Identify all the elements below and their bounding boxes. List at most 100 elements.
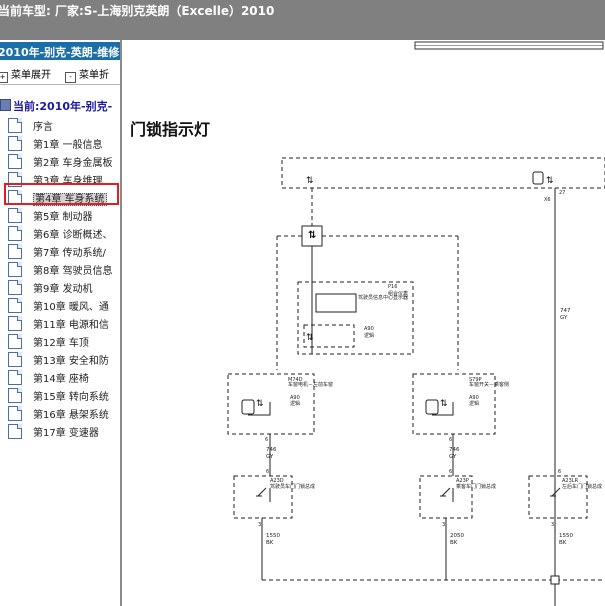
- svg-text:⇅: ⇅: [308, 230, 316, 241]
- tree-item[interactable]: 第2章 车身金属板: [8, 154, 113, 170]
- pin-3c: 3: [551, 522, 554, 528]
- collapse-menu-label: 菜单折: [79, 70, 109, 81]
- sidebar: 2010年-别克-英朗-维修 + 菜单展开 - 菜单折 当前:2010年-别克- 序…: [0, 40, 122, 606]
- document-icon: [8, 136, 22, 151]
- wire-2050-color: BK: [450, 540, 458, 546]
- wire-746b: 746: [449, 447, 460, 453]
- collapse-icon: -: [65, 72, 76, 83]
- tree-item[interactable]: 第11章 电源和信: [8, 316, 109, 332]
- pin-3b: 3: [442, 522, 445, 528]
- document-view[interactable]: ⇅ ⇅ ⇅ ⇅ ⇅ ⇅ X6 27 747 GY P16 组合仪表 驾驶员信息中…: [122, 40, 605, 606]
- document-icon: [8, 226, 22, 241]
- tree-item-label: 第16章 悬架系统: [33, 410, 109, 421]
- document-icon: [8, 154, 22, 169]
- page-title: 门锁指示灯: [130, 120, 211, 139]
- selection-highlight-box: [4, 183, 119, 205]
- pin-6b: 6: [449, 437, 452, 443]
- tree-item[interactable]: 第1章 一般信息: [8, 136, 103, 152]
- tree-item[interactable]: 第13章 安全和防: [8, 352, 109, 368]
- tree-item[interactable]: 第9章 发动机: [8, 280, 93, 296]
- tree-item-label: 第7章 传动系统/: [33, 248, 106, 259]
- document-icon: [8, 352, 22, 367]
- tree-item-label: 第12章 车顶: [33, 338, 89, 349]
- a90-right-name: 逻辑: [469, 400, 479, 407]
- document-icon: [8, 316, 22, 331]
- tree-item[interactable]: 第10章 暖风、通: [8, 298, 109, 314]
- wire-1550b: 1550: [559, 533, 573, 539]
- s79p-name: 车窗开关－乘客侧: [469, 381, 509, 388]
- tree-root[interactable]: 当前:2010年-别克-: [0, 98, 112, 114]
- document-icon: [8, 208, 22, 223]
- svg-text:⇅: ⇅: [440, 399, 448, 409]
- tree-item-label: 第6章 诊断概述、: [33, 230, 113, 241]
- top-connector-box: [281, 157, 605, 189]
- svg-text:⇅: ⇅: [256, 399, 264, 409]
- document-icon: [8, 370, 22, 385]
- tree-item[interactable]: 第7章 传动系统/: [8, 244, 106, 260]
- wire-2050: 2050: [450, 533, 464, 539]
- document-icon: [8, 118, 22, 133]
- tree-item-label: 第15章 转向系统: [33, 392, 109, 403]
- tree-item-label: 第2章 车身金属板: [33, 158, 113, 169]
- wire-1550a: 1550: [266, 533, 280, 539]
- connector-x6: X6: [544, 197, 551, 203]
- p16-code: P16: [388, 284, 397, 290]
- tree-item[interactable]: 第8章 驾驶员信息: [8, 262, 113, 278]
- document-icon: [8, 406, 22, 421]
- wire-1550a-color: BK: [266, 540, 274, 546]
- sidebar-heading: 2010年-别克-英朗-维修: [0, 42, 120, 60]
- tree-item-label: 序言: [33, 122, 53, 133]
- tree-item[interactable]: 第5章 制动器: [8, 208, 93, 224]
- expand-icon: +: [0, 72, 8, 83]
- tree-item[interactable]: 第14章 座椅: [8, 370, 89, 386]
- document-icon: [8, 424, 22, 439]
- wire-747-color: GY: [560, 315, 568, 321]
- a90-left-name: 逻辑: [290, 400, 300, 407]
- pin-6c: 6: [266, 469, 269, 475]
- document-icon: [8, 388, 22, 403]
- document-icon: [8, 298, 22, 313]
- pin-3a: 3: [258, 522, 261, 528]
- sidebar-heading-text: 2010年-别克-英朗-维修: [0, 46, 120, 59]
- tree-item-label: 第17章 变速器: [33, 428, 99, 439]
- tree-item[interactable]: 序言: [8, 118, 53, 134]
- wire-746a-color: GY: [266, 454, 274, 460]
- tree-item[interactable]: 第17章 变速器: [8, 424, 99, 440]
- vehicle-title: 当前车型: 厂家:S-上海别克英朗（Excelle）2010: [0, 4, 275, 18]
- s79p-lock-icon: [425, 399, 439, 415]
- tree-item-label: 第1章 一般信息: [33, 140, 103, 151]
- a23lr-switch-box: [528, 475, 588, 519]
- svg-text:⇅: ⇅: [546, 176, 554, 186]
- wire-747: 747: [560, 308, 571, 314]
- expand-menu-button[interactable]: + 菜单展开: [0, 66, 51, 83]
- pin-6d: 6: [449, 469, 452, 475]
- m74d-name: 车窗电机－左前车窗: [288, 381, 333, 388]
- tree-item-label: 第11章 电源和信: [33, 320, 109, 331]
- tree-item[interactable]: 第15章 转向系统: [8, 388, 109, 404]
- title-bar: 当前车型: 厂家:S-上海别克英朗（Excelle）2010: [0, 0, 605, 40]
- a23d-name: 驾驶员车门门锁总成: [270, 483, 315, 490]
- collapse-menu-button[interactable]: - 菜单折: [65, 66, 109, 83]
- a90-inner-name: 逻辑: [364, 332, 374, 339]
- pin-6e: 6: [558, 469, 561, 475]
- tree-item[interactable]: 第6章 诊断概述、: [8, 226, 113, 242]
- tree-root-label: 当前:2010年-别克-: [13, 100, 113, 113]
- tree-item-label: 第9章 发动机: [33, 284, 93, 295]
- wire-1550b-color: BK: [559, 540, 567, 546]
- wire-746b-color: GY: [449, 454, 457, 460]
- tree-item[interactable]: 第12章 车顶: [8, 334, 89, 350]
- pin-6a: 6: [265, 437, 268, 443]
- svg-text:⇅: ⇅: [306, 333, 314, 343]
- wire-746a: 746: [266, 447, 277, 453]
- tree-item-label: 第10章 暖风、通: [33, 302, 109, 313]
- tree-item[interactable]: 第16章 悬架系统: [8, 406, 109, 422]
- document-icon: [8, 280, 22, 295]
- book-icon: [0, 99, 11, 111]
- pin-27: 27: [559, 190, 565, 196]
- a23p-name: 乘客车门门锁总成: [456, 483, 496, 490]
- m74d-lock-icon: [241, 399, 255, 415]
- document-icon: [8, 262, 22, 277]
- a90-inner: A90: [364, 326, 374, 332]
- document-icon: [8, 334, 22, 349]
- svg-text:⇅: ⇅: [306, 176, 314, 186]
